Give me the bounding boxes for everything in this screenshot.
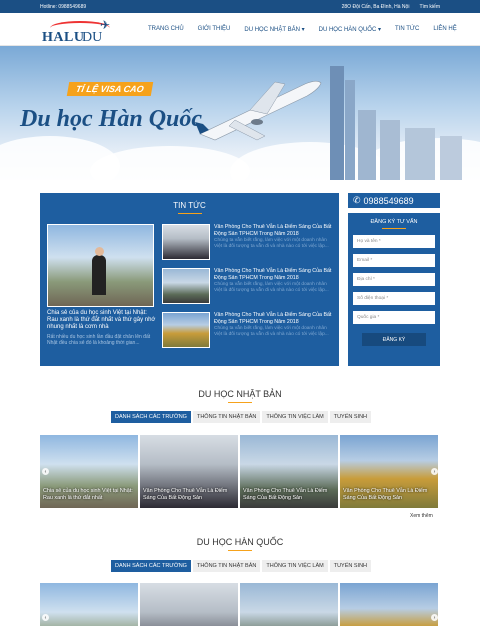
name-field[interactable]: Họ và tên * [353, 235, 435, 248]
hotline-text[interactable]: Hotline: 0988549689 [40, 4, 86, 10]
carousel-prev-icon[interactable]: ‹ [42, 468, 49, 475]
carousel-prev-icon[interactable]: ‹ [42, 614, 49, 621]
tab-admissions[interactable]: TUYỂN SINH [329, 560, 372, 572]
card-title[interactable]: Văn Phòng Cho Thuê Vẫn Là Điểm Sáng Của … [343, 488, 435, 502]
skyscraper [345, 80, 355, 180]
news-thumbnail[interactable] [162, 312, 210, 348]
nav-item-news[interactable]: TIN TỨC [395, 26, 419, 33]
phone-box[interactable]: ✆ 0988549689 [348, 193, 440, 208]
article-card[interactable] [40, 583, 138, 626]
article-card[interactable]: Văn Phòng Cho Thuê Vẫn Là Điểm Sáng Của … [140, 435, 238, 508]
tab-admissions[interactable]: TUYỂN SINH [329, 411, 372, 423]
airplane-icon [195, 80, 322, 141]
news-section: TIN TỨC Chia sẻ của du học sinh Việt tại… [40, 193, 339, 366]
see-more-link[interactable]: Xem thêm [410, 513, 433, 519]
tab-job-info[interactable]: THÔNG TIN VIỆC LÀM [262, 411, 328, 423]
phone-field[interactable]: Số điện thoại * [353, 292, 435, 305]
cloud [90, 146, 250, 180]
sidebar: ✆ 0988549689 ĐĂNG KÝ TƯ VẤN Họ và tên * … [348, 193, 440, 366]
country-field[interactable]: Quốc gia * [353, 311, 435, 324]
article-card[interactable] [240, 583, 338, 626]
tab-job-info[interactable]: THÔNG TIN VIỆC LÀM [262, 560, 328, 572]
featured-news-desc: Rất nhiều du học sinh lần đầu đặt chân l… [47, 334, 151, 346]
news-item[interactable]: Văn Phòng Cho Thuê Vẫn Là Điểm Sáng Của … [162, 224, 334, 262]
phone-number[interactable]: 0988549689 [364, 196, 414, 206]
news-item[interactable]: Văn Phòng Cho Thuê Vẫn Là Điểm Sáng Của … [162, 312, 334, 350]
building [405, 128, 435, 180]
carousel-next-icon[interactable]: › [431, 614, 438, 621]
address-field[interactable]: Địa chỉ * [353, 273, 435, 286]
logo-text-primary: HALU [42, 30, 85, 45]
building [358, 110, 376, 180]
news-heading: TIN TỨC [40, 201, 339, 214]
form-title: ĐĂNG KÝ TƯ VẤN [370, 219, 418, 225]
news-item-desc: Chúng ta vẫn biết rằng, làm việc với một… [214, 326, 329, 337]
article-card[interactable] [140, 583, 238, 626]
skyscraper [330, 66, 344, 180]
korea-tabs: DANH SÁCH CÁC TRƯỜNG THÔNG TIN NHẬT BẢN … [111, 560, 372, 572]
search-link[interactable]: Tìm kiếm [419, 4, 440, 10]
card-title[interactable]: Chia sẻ của du học sinh Việt tại Nhật: R… [43, 488, 135, 502]
tab-schools[interactable]: DANH SÁCH CÁC TRƯỜNG [111, 560, 191, 572]
nav-item-contact[interactable]: LIÊN HỆ [433, 26, 456, 33]
header: ✈ HALU DU HỌC TRANG CHỦ GIỚI THIỆU DU HỌ… [0, 13, 480, 61]
register-button[interactable]: ĐĂNG KÝ [362, 333, 426, 346]
top-bar: Hotline: 0988549689 28O Đội Cấn, Ba Đình… [0, 0, 480, 13]
nav-item-japan[interactable]: DU HỌC NHẬT BẢN ▾ [244, 26, 304, 33]
hero-badge: TỈ LỆ VISA CAO [66, 82, 153, 96]
korea-card-carousel [40, 583, 440, 626]
building [380, 120, 400, 180]
hero-banner[interactable]: TỈ LỆ VISA CAO Du học Hàn Quốc [0, 46, 480, 180]
japan-tabs: DANH SÁCH CÁC TRƯỜNG THÔNG TIN NHẬT BẢN … [111, 411, 372, 423]
article-card[interactable]: Văn Phòng Cho Thuê Vẫn Là Điểm Sáng Của … [240, 435, 338, 508]
card-title[interactable]: Văn Phòng Cho Thuê Vẫn Là Điểm Sáng Của … [243, 488, 335, 502]
nav-item-korea[interactable]: DU HỌC HÀN QUỐC ▾ [319, 26, 381, 33]
register-form: ĐĂNG KÝ TƯ VẤN Họ và tên * Email * Địa c… [348, 213, 440, 366]
logo[interactable]: ✈ HALU DU HỌC [42, 18, 132, 61]
tab-japan-info[interactable]: THÔNG TIN NHẬT BẢN [192, 411, 261, 423]
news-thumbnail[interactable] [162, 224, 210, 260]
card-title[interactable]: Văn Phòng Cho Thuê Vẫn Là Điểm Sáng Của … [143, 488, 235, 502]
news-item-desc: Chúng ta vẫn biết rằng, làm việc với một… [214, 282, 329, 293]
tab-japan-info[interactable]: THÔNG TIN NHẬT BẢN [192, 560, 261, 572]
japan-card-carousel: Chia sẻ của du học sinh Việt tại Nhật: R… [40, 435, 440, 508]
article-card[interactable]: Văn Phòng Cho Thuê Vẫn Là Điểm Sáng Của … [340, 435, 438, 508]
nav-item-about[interactable]: GIỚI THIỆU [198, 26, 231, 33]
hero-title: Du học Hàn Quốc [20, 106, 203, 132]
featured-news-image[interactable] [47, 224, 154, 307]
article-card[interactable] [340, 583, 438, 626]
news-thumbnail[interactable] [162, 268, 210, 304]
article-card[interactable]: Chia sẻ của du học sinh Việt tại Nhật: R… [40, 435, 138, 508]
news-item-title[interactable]: Văn Phòng Cho Thuê Vẫn Là Điểm Sáng Của … [214, 268, 334, 281]
email-field[interactable]: Email * [353, 254, 435, 267]
main-nav: TRANG CHỦ GIỚI THIỆU DU HỌC NHẬT BẢN ▾ D… [148, 26, 471, 33]
phone-icon: ✆ [353, 195, 361, 205]
building [440, 136, 462, 180]
section-title-japan: DU HỌC NHẬT BẢN [0, 389, 480, 403]
news-item-title[interactable]: Văn Phòng Cho Thuê Vẫn Là Điểm Sáng Của … [214, 312, 334, 325]
news-item[interactable]: Văn Phòng Cho Thuê Vẫn Là Điểm Sáng Của … [162, 268, 334, 306]
nav-item-home[interactable]: TRANG CHỦ [148, 26, 184, 33]
carousel-next-icon[interactable]: › [431, 468, 438, 475]
news-item-title[interactable]: Văn Phòng Cho Thuê Vẫn Là Điểm Sáng Của … [214, 224, 334, 237]
address-text: 28O Đội Cấn, Ba Đình, Hà Nội [341, 3, 410, 10]
section-title-korea: DU HỌC HÀN QUỐC [0, 537, 480, 551]
news-item-desc: Chúng ta vẫn biết rằng, làm việc với một… [214, 238, 329, 249]
featured-news-title[interactable]: Chia sẻ của du học sinh Việt tại Nhật: R… [47, 310, 157, 331]
tab-schools[interactable]: DANH SÁCH CÁC TRƯỜNG [111, 411, 191, 423]
